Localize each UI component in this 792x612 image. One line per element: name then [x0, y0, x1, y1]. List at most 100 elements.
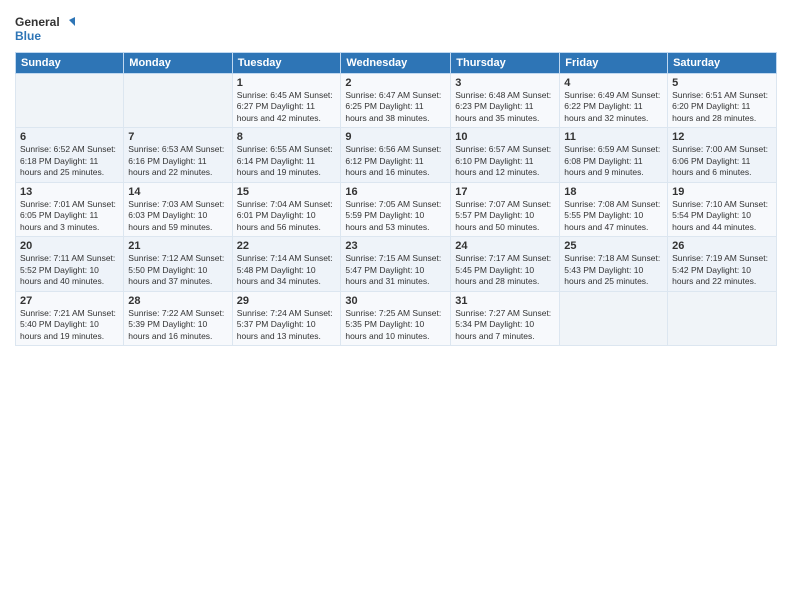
day-info: Sunrise: 7:18 AM Sunset: 5:43 PM Dayligh…	[564, 253, 663, 287]
day-info: Sunrise: 7:07 AM Sunset: 5:57 PM Dayligh…	[455, 199, 555, 233]
day-cell: 10Sunrise: 6:57 AM Sunset: 6:10 PM Dayli…	[451, 128, 560, 182]
day-info: Sunrise: 7:19 AM Sunset: 5:42 PM Dayligh…	[672, 253, 772, 287]
day-info: Sunrise: 7:00 AM Sunset: 6:06 PM Dayligh…	[672, 144, 772, 178]
day-info: Sunrise: 7:22 AM Sunset: 5:39 PM Dayligh…	[128, 308, 227, 342]
day-number: 20	[20, 240, 119, 252]
day-number: 17	[455, 186, 555, 198]
day-number: 5	[672, 77, 772, 89]
header: General Blue	[15, 10, 777, 46]
day-info: Sunrise: 7:14 AM Sunset: 5:48 PM Dayligh…	[237, 253, 337, 287]
day-cell: 6Sunrise: 6:52 AM Sunset: 6:18 PM Daylig…	[16, 128, 124, 182]
svg-text:Blue: Blue	[15, 29, 41, 43]
day-info: Sunrise: 7:08 AM Sunset: 5:55 PM Dayligh…	[564, 199, 663, 233]
day-cell: 21Sunrise: 7:12 AM Sunset: 5:50 PM Dayli…	[124, 237, 232, 291]
day-info: Sunrise: 7:10 AM Sunset: 5:54 PM Dayligh…	[672, 199, 772, 233]
day-number: 4	[564, 77, 663, 89]
day-number: 14	[128, 186, 227, 198]
day-cell: 27Sunrise: 7:21 AM Sunset: 5:40 PM Dayli…	[16, 291, 124, 345]
day-number: 11	[564, 131, 663, 143]
day-cell: 15Sunrise: 7:04 AM Sunset: 6:01 PM Dayli…	[232, 182, 341, 236]
day-cell: 25Sunrise: 7:18 AM Sunset: 5:43 PM Dayli…	[560, 237, 668, 291]
day-number: 13	[20, 186, 119, 198]
week-row-3: 20Sunrise: 7:11 AM Sunset: 5:52 PM Dayli…	[16, 237, 777, 291]
col-header-sunday: Sunday	[16, 53, 124, 74]
day-number: 23	[345, 240, 446, 252]
day-number: 31	[455, 295, 555, 307]
day-cell: 26Sunrise: 7:19 AM Sunset: 5:42 PM Dayli…	[668, 237, 777, 291]
day-info: Sunrise: 7:12 AM Sunset: 5:50 PM Dayligh…	[128, 253, 227, 287]
day-number: 29	[237, 295, 337, 307]
day-cell: 18Sunrise: 7:08 AM Sunset: 5:55 PM Dayli…	[560, 182, 668, 236]
day-cell: 24Sunrise: 7:17 AM Sunset: 5:45 PM Dayli…	[451, 237, 560, 291]
day-number: 18	[564, 186, 663, 198]
day-cell: 22Sunrise: 7:14 AM Sunset: 5:48 PM Dayli…	[232, 237, 341, 291]
day-number: 22	[237, 240, 337, 252]
week-row-4: 27Sunrise: 7:21 AM Sunset: 5:40 PM Dayli…	[16, 291, 777, 345]
day-info: Sunrise: 7:05 AM Sunset: 5:59 PM Dayligh…	[345, 199, 446, 233]
day-cell: 12Sunrise: 7:00 AM Sunset: 6:06 PM Dayli…	[668, 128, 777, 182]
day-cell: 30Sunrise: 7:25 AM Sunset: 5:35 PM Dayli…	[341, 291, 451, 345]
day-info: Sunrise: 7:17 AM Sunset: 5:45 PM Dayligh…	[455, 253, 555, 287]
calendar-table: SundayMondayTuesdayWednesdayThursdayFrid…	[15, 52, 777, 346]
day-cell: 9Sunrise: 6:56 AM Sunset: 6:12 PM Daylig…	[341, 128, 451, 182]
day-number: 16	[345, 186, 446, 198]
col-header-friday: Friday	[560, 53, 668, 74]
day-number: 9	[345, 131, 446, 143]
day-info: Sunrise: 6:49 AM Sunset: 6:22 PM Dayligh…	[564, 90, 663, 124]
day-number: 25	[564, 240, 663, 252]
day-cell: 28Sunrise: 7:22 AM Sunset: 5:39 PM Dayli…	[124, 291, 232, 345]
week-row-0: 1Sunrise: 6:45 AM Sunset: 6:27 PM Daylig…	[16, 74, 777, 128]
day-cell	[16, 74, 124, 128]
day-number: 6	[20, 131, 119, 143]
day-info: Sunrise: 7:25 AM Sunset: 5:35 PM Dayligh…	[345, 308, 446, 342]
day-cell: 8Sunrise: 6:55 AM Sunset: 6:14 PM Daylig…	[232, 128, 341, 182]
day-number: 24	[455, 240, 555, 252]
day-info: Sunrise: 6:45 AM Sunset: 6:27 PM Dayligh…	[237, 90, 337, 124]
day-info: Sunrise: 7:21 AM Sunset: 5:40 PM Dayligh…	[20, 308, 119, 342]
week-row-1: 6Sunrise: 6:52 AM Sunset: 6:18 PM Daylig…	[16, 128, 777, 182]
col-header-saturday: Saturday	[668, 53, 777, 74]
day-number: 7	[128, 131, 227, 143]
day-cell: 16Sunrise: 7:05 AM Sunset: 5:59 PM Dayli…	[341, 182, 451, 236]
logo-svg: General Blue	[15, 10, 75, 46]
day-cell: 5Sunrise: 6:51 AM Sunset: 6:20 PM Daylig…	[668, 74, 777, 128]
day-number: 8	[237, 131, 337, 143]
day-number: 10	[455, 131, 555, 143]
page: General Blue SundayMondayTuesdayWednesda…	[0, 0, 792, 612]
day-cell: 31Sunrise: 7:27 AM Sunset: 5:34 PM Dayli…	[451, 291, 560, 345]
col-header-thursday: Thursday	[451, 53, 560, 74]
day-info: Sunrise: 6:56 AM Sunset: 6:12 PM Dayligh…	[345, 144, 446, 178]
header-row: SundayMondayTuesdayWednesdayThursdayFrid…	[16, 53, 777, 74]
col-header-wednesday: Wednesday	[341, 53, 451, 74]
day-info: Sunrise: 6:48 AM Sunset: 6:23 PM Dayligh…	[455, 90, 555, 124]
day-number: 2	[345, 77, 446, 89]
day-info: Sunrise: 7:27 AM Sunset: 5:34 PM Dayligh…	[455, 308, 555, 342]
day-info: Sunrise: 6:51 AM Sunset: 6:20 PM Dayligh…	[672, 90, 772, 124]
day-cell: 14Sunrise: 7:03 AM Sunset: 6:03 PM Dayli…	[124, 182, 232, 236]
day-cell: 19Sunrise: 7:10 AM Sunset: 5:54 PM Dayli…	[668, 182, 777, 236]
day-cell: 17Sunrise: 7:07 AM Sunset: 5:57 PM Dayli…	[451, 182, 560, 236]
day-info: Sunrise: 6:55 AM Sunset: 6:14 PM Dayligh…	[237, 144, 337, 178]
day-info: Sunrise: 7:11 AM Sunset: 5:52 PM Dayligh…	[20, 253, 119, 287]
day-number: 3	[455, 77, 555, 89]
day-number: 28	[128, 295, 227, 307]
day-number: 30	[345, 295, 446, 307]
col-header-tuesday: Tuesday	[232, 53, 341, 74]
day-number: 15	[237, 186, 337, 198]
week-row-2: 13Sunrise: 7:01 AM Sunset: 6:05 PM Dayli…	[16, 182, 777, 236]
day-info: Sunrise: 7:24 AM Sunset: 5:37 PM Dayligh…	[237, 308, 337, 342]
svg-text:General: General	[15, 15, 60, 29]
day-info: Sunrise: 6:47 AM Sunset: 6:25 PM Dayligh…	[345, 90, 446, 124]
day-cell: 7Sunrise: 6:53 AM Sunset: 6:16 PM Daylig…	[124, 128, 232, 182]
day-number: 12	[672, 131, 772, 143]
day-cell: 1Sunrise: 6:45 AM Sunset: 6:27 PM Daylig…	[232, 74, 341, 128]
day-cell: 13Sunrise: 7:01 AM Sunset: 6:05 PM Dayli…	[16, 182, 124, 236]
day-cell	[560, 291, 668, 345]
day-number: 19	[672, 186, 772, 198]
day-cell: 20Sunrise: 7:11 AM Sunset: 5:52 PM Dayli…	[16, 237, 124, 291]
day-info: Sunrise: 6:57 AM Sunset: 6:10 PM Dayligh…	[455, 144, 555, 178]
day-number: 26	[672, 240, 772, 252]
day-number: 21	[128, 240, 227, 252]
day-info: Sunrise: 7:03 AM Sunset: 6:03 PM Dayligh…	[128, 199, 227, 233]
day-number: 27	[20, 295, 119, 307]
